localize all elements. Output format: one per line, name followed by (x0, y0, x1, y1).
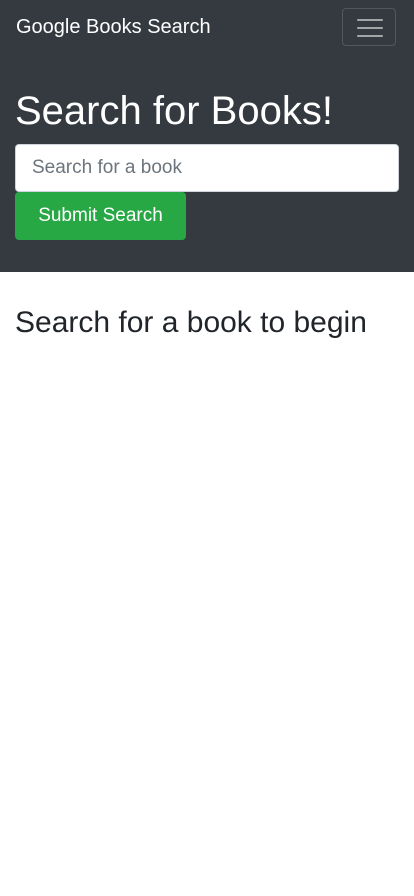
navbar-toggle-button[interactable] (342, 8, 396, 46)
navbar-brand[interactable]: Google Books Search (16, 14, 211, 40)
navbar: Google Books Search (0, 0, 414, 56)
header-section: Google Books Search Search for Books! Su… (0, 0, 414, 272)
page-title: Search for Books! (15, 89, 333, 133)
submit-search-button[interactable]: Submit Search (15, 192, 186, 240)
page: Google Books Search Search for Books! Su… (0, 0, 414, 896)
search-input[interactable] (15, 144, 399, 192)
hamburger-menu-icon (357, 18, 383, 38)
empty-results-message: Search for a book to begin (15, 306, 367, 339)
